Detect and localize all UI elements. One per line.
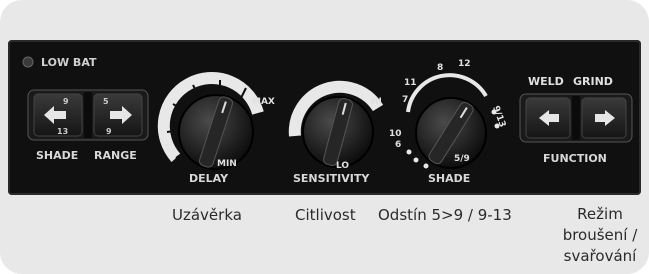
delay-label: DELAY [189,172,229,185]
function-label: FUNCTION [543,152,607,165]
shade-mark-8: 8 [437,63,443,73]
shade-mark-9-13: 9/13 [490,105,507,129]
range-button-top: 5 [103,97,109,106]
caption-shade: Odstín 5>9 / 9-13 [378,206,512,224]
shade-mark-7: 7 [402,95,408,105]
low-bat-label: LOW BAT [41,56,97,69]
caption-mode-line3: svařování [563,247,637,265]
delay-min-label: MIN [217,159,237,169]
control-panel: LOW BAT 9 13 5 9 SHADE RANGE MAX MIN DEL… [8,40,641,195]
low-bat-led [22,56,34,68]
caption-delay: Uzávěrka [172,206,242,224]
sensitivity-lo-label: LO [336,161,349,171]
shade-mark-12: 12 [458,59,471,69]
range-button-bottom: 9 [106,127,112,136]
sensitivity-knob[interactable] [302,96,374,168]
function-rocker[interactable] [519,93,633,143]
caption-sensitivity: Citlivost [295,206,356,224]
shade-mark-10: 10 [389,129,402,139]
sensitivity-label: SENSITIVITY [293,172,370,185]
shade-button-label: SHADE [36,149,78,162]
sensitivity-hi-label: HI [371,97,382,107]
caption-mode: Režim broušení / svařování [550,204,649,267]
shade-button-bottom: 13 [57,127,68,136]
delay-knob[interactable] [178,94,254,170]
caption-mode-line1: Režim [577,205,623,223]
shade-button-top: 9 [63,97,69,106]
caption-mode-line2: broušení / [562,226,638,244]
weld-label: WELD [528,75,564,88]
shade-mark-5-9: 5/9 [454,154,470,164]
delay-max-label: MAX [252,97,275,107]
grind-label: GRIND [573,75,613,88]
card-background: LOW BAT 9 13 5 9 SHADE RANGE MAX MIN DEL… [0,0,649,274]
shade-mark-11: 11 [404,78,417,88]
range-button-label: RANGE [94,149,137,162]
shade-mark-6: 6 [395,140,401,150]
panel-graphics: LOW BAT 9 13 5 9 SHADE RANGE MAX MIN DEL… [22,56,633,185]
shade-knob-label: SHADE [428,172,470,185]
shade-knob[interactable] [415,97,487,169]
